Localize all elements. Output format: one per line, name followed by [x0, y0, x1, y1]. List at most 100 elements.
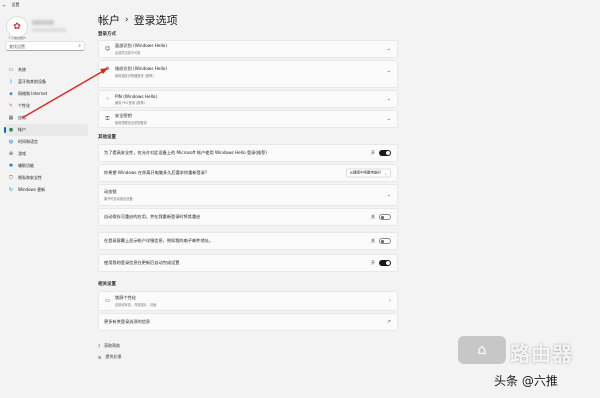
setting-title: 你希望 Windows 在你离开电脑多久后要求你重新登录?: [104, 170, 208, 175]
setting-restart-apps: 自动保存可重启的应用，并在我重新登录时将其重启 关: [98, 208, 398, 226]
face-icon: ☺: [104, 46, 111, 52]
card-title: 更多有关登录选项的信息: [104, 319, 151, 324]
signin-pin-card[interactable]: ⁘ PIN (Windows Hello) 使用 PIN 登录 (推荐) ⌄: [98, 90, 398, 108]
sidebar-item-accessibility[interactable]: ✱ 辅助功能: [4, 160, 88, 172]
require-signin-dropdown[interactable]: 从睡眠中唤醒电脑时 ⌄: [345, 168, 391, 178]
card-title: 安全密钥: [115, 113, 132, 118]
toggle-switch[interactable]: [379, 260, 391, 266]
avatar: ✿: [6, 16, 28, 38]
profile-card[interactable]: ✿ 个人信息账户: [6, 16, 86, 42]
person-icon: ●: [8, 127, 14, 133]
profile-email-blurred: [32, 28, 66, 32]
avatar-caption: 个人信息账户: [8, 36, 27, 40]
dropdown-value: 从睡眠中唤醒电脑时: [349, 170, 382, 175]
card-title: 指纹识别 (Windows Hello): [115, 66, 167, 71]
chevron-right-icon[interactable]: ›: [389, 298, 391, 304]
signin-face-card[interactable]: ☺ 面部识别 (Windows Hello) 此选项当前不可用 ⌄: [98, 40, 398, 58]
toggle-switch[interactable]: [379, 214, 391, 220]
sidebar-item-personalization[interactable]: ✎ 个性化: [4, 100, 88, 112]
setting-hello-only: 为了提高安全性，仅允许对此设备上的 Microsoft 帐户使用 Windows…: [98, 144, 398, 162]
chevron-down-icon[interactable]: ⌄: [387, 192, 391, 198]
setting-dynamic-lock[interactable]: 动态锁离开时自动锁定设备 ⌄: [98, 184, 398, 206]
setting-title: 使用我的登录信息在更新后自动完成设置: [104, 260, 180, 265]
feedback-link[interactable]: ✉ 提供反馈: [98, 354, 121, 360]
window-title: 设置: [11, 2, 20, 7]
section-title-related: 相关设置: [98, 282, 116, 287]
sidebar-item-label: 网络和 Internet: [18, 91, 48, 96]
title-bar: ← 设置: [0, 0, 600, 10]
setting-title: 动态锁: [104, 189, 117, 194]
search-placeholder: 查找设置: [9, 44, 25, 49]
sidebar-item-apps[interactable]: ▦ 应用: [4, 112, 88, 124]
chevron-down-icon[interactable]: ⌄: [387, 68, 391, 74]
watermark-name: 路由器: [510, 342, 573, 366]
card-subtitle: 使用 PIN 登录 (推荐): [115, 100, 145, 105]
card-subtitle: 使用物理安全密钥登录: [115, 121, 147, 125]
sidebar-item-bluetooth[interactable]: ᛒ 蓝牙和其他设备: [4, 76, 88, 88]
chevron-down-icon[interactable]: ⌄: [387, 116, 391, 122]
watermark-author: 头条 @六推: [494, 374, 558, 388]
external-link-icon[interactable]: ↗: [387, 319, 391, 325]
sidebar: ✿ 个人信息账户 查找设置 ⌕ ▭ 系统 ᛒ 蓝牙和其他设备 ◈ 网络和 Intern…: [0, 10, 92, 398]
router-logo-icon: ⌂: [458, 336, 506, 364]
toggle-state-label: 关: [371, 238, 375, 243]
sidebar-item-label: 帐户: [18, 127, 26, 132]
section-title-signin: 登录方式: [98, 32, 116, 37]
sidebar-item-time-language[interactable]: ◍ 时间和语言: [4, 136, 88, 148]
signin-fingerprint-card[interactable]: ⊚ 指纹识别 (Windows Hello) 使用指纹识别器登录 (推荐) ⌄: [98, 60, 398, 88]
signin-security-key-card[interactable]: ⚿ 安全密钥使用物理安全密钥登录 ⌄: [98, 110, 398, 128]
sidebar-item-label: 个性化: [18, 103, 30, 108]
setting-show-account-details: 在登录屏幕上显示帐户详细信息，例如我的电子邮件地址。 关: [98, 232, 398, 250]
search-icon[interactable]: ⌕: [78, 43, 81, 49]
toggle-switch[interactable]: [379, 150, 391, 156]
toggle-state-label: 开: [371, 150, 375, 155]
sidebar-item-label: 时间和语言: [18, 139, 38, 144]
key-icon: ⚿: [105, 116, 110, 122]
sidebar-item-gaming[interactable]: ⊕ 游戏: [4, 148, 88, 160]
apps-icon: ▦: [8, 115, 14, 121]
section-title-additional: 其他设置: [98, 135, 116, 140]
accessibility-icon: ✱: [8, 163, 14, 169]
chevron-down-icon[interactable]: ⌄: [387, 46, 391, 52]
card-title: 面部识别 (Windows Hello): [115, 43, 167, 48]
setting-title: 自动保存可重启的应用，并在我重新登录时将其重启: [104, 214, 201, 219]
sidebar-item-network[interactable]: ◈ 网络和 Internet: [4, 88, 88, 100]
card-subtitle: 应用和状态、背景图片、动画: [115, 303, 157, 307]
card-subtitle: 此选项当前不可用: [115, 51, 141, 55]
sidebar-item-label: 应用: [18, 115, 26, 120]
sidebar-nav: ▭ 系统 ᛒ 蓝牙和其他设备 ◈ 网络和 Internet ✎ 个性化 ▦ 应用 ● 帐户 …: [4, 64, 88, 196]
setting-title: 为了提高安全性，仅允许对此设备上的 Microsoft 帐户使用 Windows…: [104, 150, 267, 155]
breadcrumb-parent[interactable]: 帐户: [98, 12, 120, 28]
search-input[interactable]: 查找设置 ⌕: [5, 41, 85, 51]
setting-require-signin: 你希望 Windows 在你离开电脑多久后要求你重新登录? 从睡眠中唤醒电脑时 ⌄: [98, 164, 398, 182]
sidebar-item-system[interactable]: ▭ 系统: [4, 64, 88, 76]
update-icon: ↻: [8, 187, 14, 193]
feedback-icon: ✉: [98, 354, 102, 360]
back-icon[interactable]: ←: [3, 3, 6, 8]
toggle-switch[interactable]: [379, 238, 391, 244]
toggle-state-label: 开: [371, 260, 375, 265]
setting-subtitle: 离开时自动锁定设备: [104, 197, 133, 201]
related-lock-screen[interactable]: ▭ 锁屏个性化 应用和状态、背景图片、动画 ›: [98, 291, 398, 311]
page-title: 登录选项: [133, 14, 178, 27]
bluetooth-icon: ᛒ: [9, 79, 13, 85]
toggle-state-label: 关: [371, 214, 375, 219]
get-help-label: 获取帮助: [104, 343, 121, 348]
fingerprint-icon: ⊚: [105, 66, 110, 72]
chevron-down-icon[interactable]: ⌄: [387, 96, 391, 102]
feedback-label: 提供反馈: [105, 354, 122, 359]
pin-icon: ⁘: [105, 96, 110, 102]
get-help-link[interactable]: ? 获取帮助: [98, 343, 120, 349]
breadcrumb-separator-icon: ›: [125, 15, 129, 25]
watermark: ⌂ 路由器 头条 @六推: [458, 336, 598, 396]
sidebar-item-label: Windows 更新: [18, 187, 46, 192]
sidebar-item-label: 蓝牙和其他设备: [18, 79, 46, 84]
profile-name-blurred: [32, 20, 54, 25]
avatar-flower-icon: ✿: [13, 22, 21, 32]
card-subtitle: 使用指纹识别器登录 (推荐): [115, 74, 154, 78]
sidebar-item-privacy[interactable]: ⛉ 隐私和安全性: [4, 172, 88, 184]
related-more-info[interactable]: 更多有关登录选项的信息 ↗: [98, 313, 398, 331]
sidebar-item-windows-update[interactable]: ↻ Windows 更新: [4, 184, 88, 196]
setting-title: 在登录屏幕上显示帐户详细信息，例如我的电子邮件地址。: [104, 238, 213, 243]
sidebar-item-accounts[interactable]: ● 帐户: [4, 124, 88, 136]
